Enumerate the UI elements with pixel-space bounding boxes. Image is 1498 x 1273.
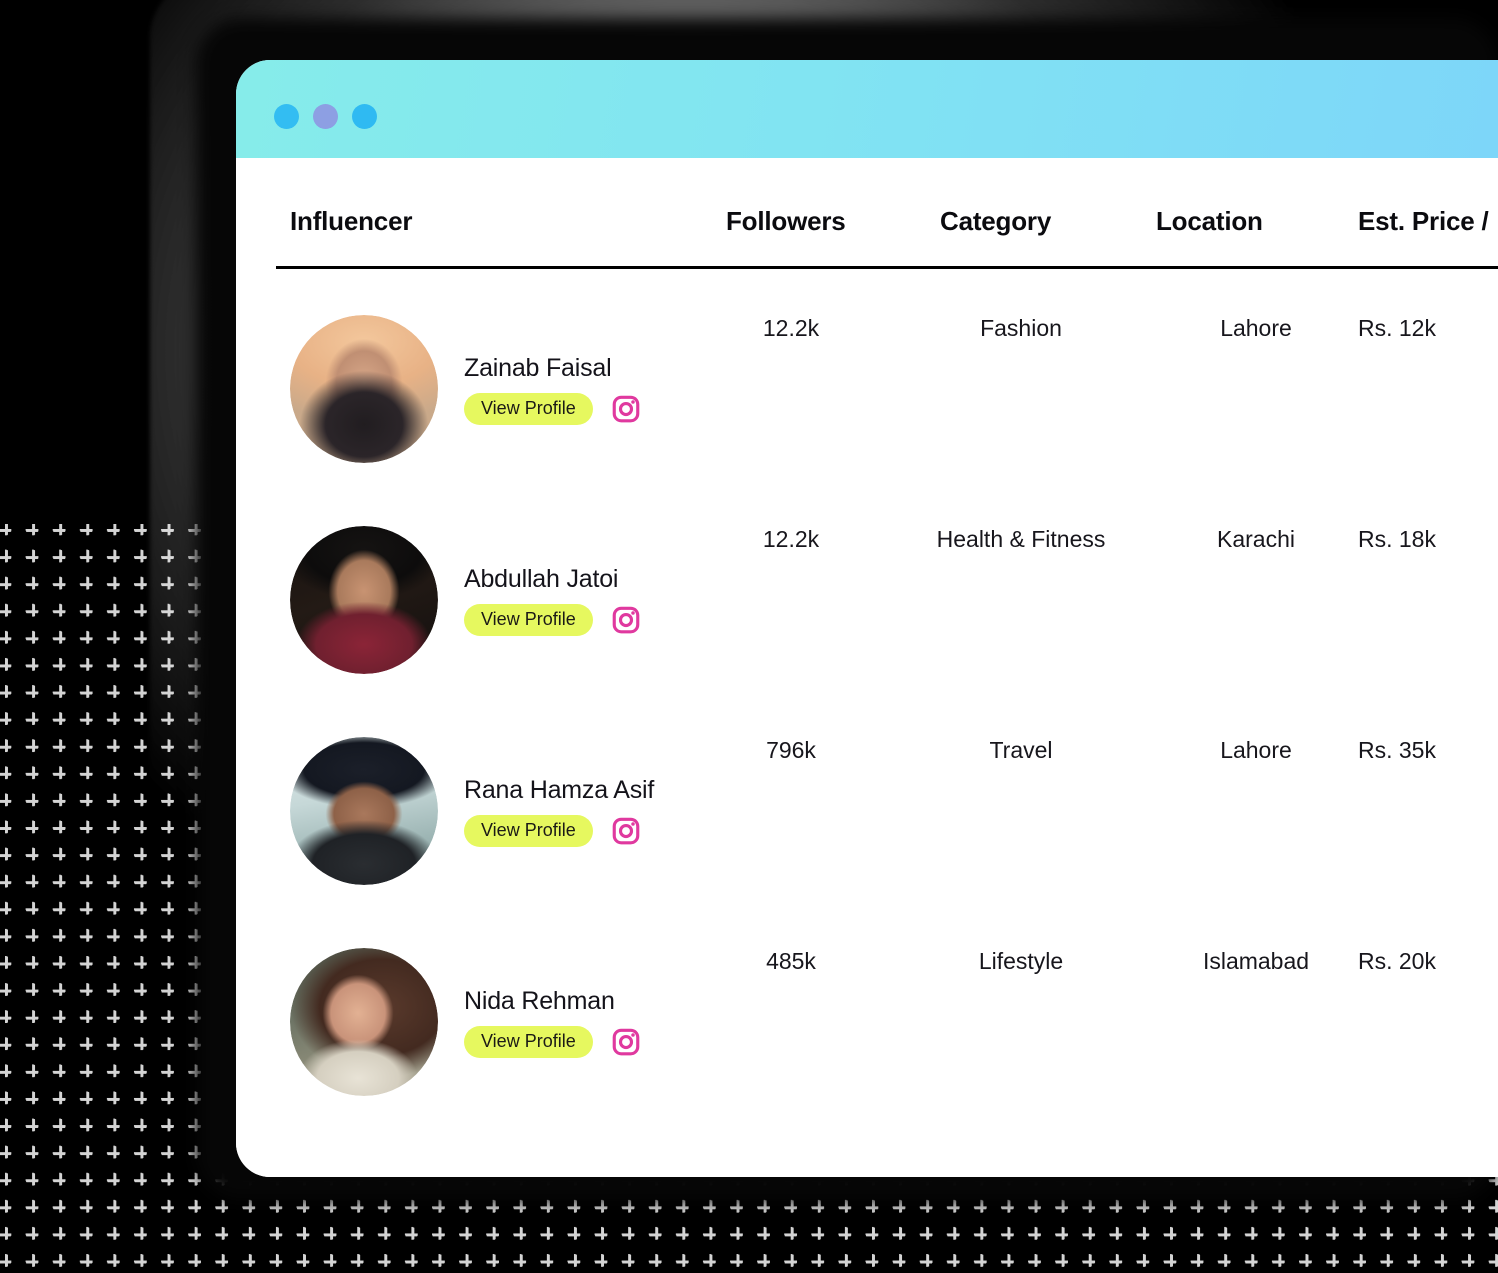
followers-value: 485k — [766, 948, 816, 974]
column-header-followers[interactable]: Followers — [726, 206, 846, 237]
view-profile-button[interactable]: View Profile — [464, 392, 593, 425]
location-value: Karachi — [1217, 526, 1295, 552]
location-value: Islamabad — [1202, 948, 1310, 974]
price-value: Rs. 18k — [1358, 526, 1436, 552]
avatar — [290, 948, 438, 1096]
window-controls — [274, 104, 377, 129]
instagram-icon[interactable] — [611, 816, 641, 846]
table-row[interactable]: Rana Hamza Asif View Profile 796k Travel… — [236, 691, 1498, 902]
browser-window-card: Influencer Followers Category Location E… — [236, 60, 1498, 1177]
influencer-name: Rana Hamza Asif — [464, 775, 655, 804]
column-header-category[interactable]: Category — [940, 206, 1051, 237]
table-row[interactable]: Abdullah Jatoi View Profile 12.2k Health… — [236, 480, 1498, 691]
avatar — [290, 315, 438, 463]
screenshot-stage: Influencer Followers Category Location E… — [0, 0, 1498, 1273]
instagram-icon[interactable] — [611, 1027, 641, 1057]
influencer-cell: Abdullah Jatoi View Profile — [290, 526, 641, 674]
location-value: Lahore — [1220, 737, 1292, 763]
table-header-row: Influencer Followers Category Location E… — [236, 158, 1498, 269]
table-body: Zainab Faisal View Profile 12.2k Fashion… — [236, 269, 1498, 1113]
price-value: Rs. 20k — [1358, 948, 1436, 974]
influencer-actions: View Profile — [464, 603, 641, 636]
influencer-name: Abdullah Jatoi — [464, 564, 619, 593]
window-titlebar — [236, 60, 1498, 158]
influencer-meta: Nida Rehman View Profile — [464, 987, 641, 1058]
influencer-actions: View Profile — [464, 392, 641, 425]
influencer-meta: Zainab Faisal View Profile — [464, 354, 641, 425]
avatar — [290, 737, 438, 885]
influencer-cell: Rana Hamza Asif View Profile — [290, 737, 654, 885]
view-profile-button[interactable]: View Profile — [464, 603, 593, 636]
category-value: Travel — [989, 737, 1053, 763]
window-dot-2-icon[interactable] — [313, 104, 338, 129]
influencer-actions: View Profile — [464, 814, 654, 847]
column-header-est-price[interactable]: Est. Price / — [1358, 206, 1489, 237]
price-value: Rs. 35k — [1358, 737, 1436, 763]
view-profile-button[interactable]: View Profile — [464, 814, 593, 847]
followers-value: 12.2k — [762, 315, 820, 341]
influencer-actions: View Profile — [464, 1025, 641, 1058]
category-value: Lifestyle — [978, 948, 1064, 974]
influencer-cell: Nida Rehman View Profile — [290, 948, 641, 1096]
instagram-icon[interactable] — [611, 605, 641, 635]
influencer-cell: Zainab Faisal View Profile — [290, 315, 641, 463]
influencer-meta: Abdullah Jatoi View Profile — [464, 565, 641, 636]
table-row[interactable]: Zainab Faisal View Profile 12.2k Fashion… — [236, 269, 1498, 480]
influencer-name: Zainab Faisal — [464, 353, 612, 382]
instagram-icon[interactable] — [611, 394, 641, 424]
column-header-influencer[interactable]: Influencer — [290, 206, 412, 237]
column-header-location[interactable]: Location — [1156, 206, 1263, 237]
table-row[interactable]: Nida Rehman View Profile 485k Lifestyle … — [236, 902, 1498, 1113]
influencer-meta: Rana Hamza Asif View Profile — [464, 776, 654, 847]
location-value: Lahore — [1220, 315, 1292, 341]
view-profile-button[interactable]: View Profile — [464, 1025, 593, 1058]
followers-value: 12.2k — [762, 526, 820, 552]
influencer-table: Influencer Followers Category Location E… — [236, 158, 1498, 1096]
category-value: Health & Fitness — [936, 526, 1106, 552]
followers-value: 796k — [766, 737, 816, 763]
price-value: Rs. 12k — [1358, 315, 1436, 341]
avatar — [290, 526, 438, 674]
window-dot-3-icon[interactable] — [352, 104, 377, 129]
category-value: Fashion — [980, 315, 1062, 341]
influencer-name: Nida Rehman — [464, 986, 615, 1015]
content-panel: Influencer Followers Category Location E… — [236, 158, 1498, 1177]
window-dot-1-icon[interactable] — [274, 104, 299, 129]
